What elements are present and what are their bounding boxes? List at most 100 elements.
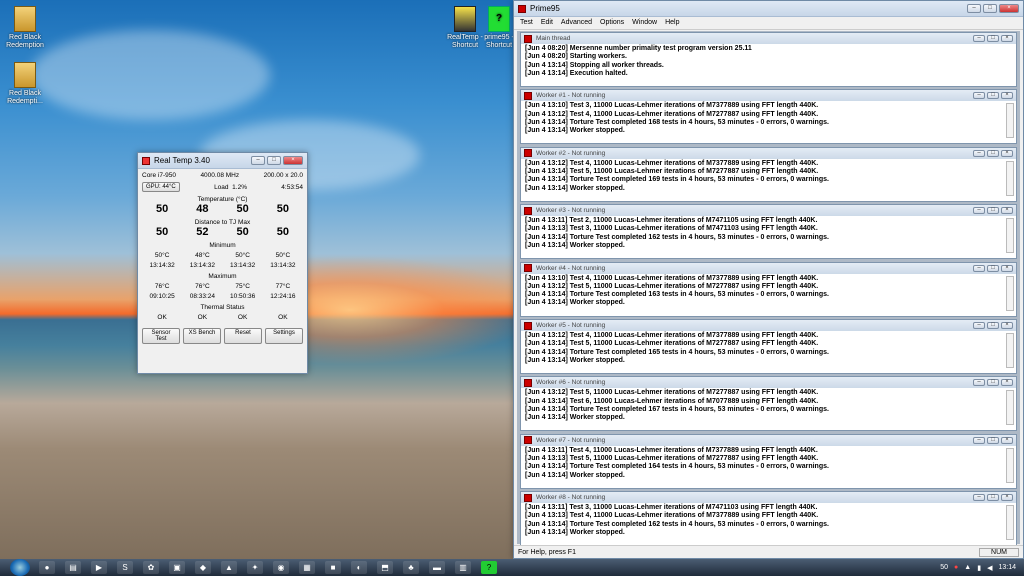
pane-titlebar[interactable]: Worker #5 - Not running – □ × <box>521 320 1016 331</box>
pane-scrollbar[interactable] <box>1006 505 1014 541</box>
sensor-test-button[interactable]: Sensor Test <box>142 328 180 344</box>
settings-button[interactable]: Settings <box>265 328 303 344</box>
desktop-icon-realtemp[interactable]: RealTemp - Shortcut <box>440 6 490 50</box>
close-button[interactable]: × <box>1001 35 1013 42</box>
menu-test[interactable]: Test <box>520 19 533 27</box>
maximize-button[interactable]: □ <box>987 494 999 502</box>
pane-scrollbar[interactable] <box>1006 218 1014 254</box>
app-icon[interactable]: ♣ <box>403 561 419 574</box>
minimize-button[interactable]: – <box>973 35 985 42</box>
close-button[interactable]: × <box>1001 322 1013 329</box>
media-player-icon[interactable]: ▶ <box>91 561 107 574</box>
maximize-button[interactable]: □ <box>987 436 999 444</box>
minimize-button[interactable]: – <box>967 4 981 13</box>
worker-pane[interactable]: Worker #1 - Not running – □ × [Jun 4 13:10] … <box>520 89 1017 145</box>
close-button[interactable]: × <box>1001 264 1013 272</box>
realtemp-taskbar-icon[interactable]: ▥ <box>455 561 471 574</box>
maximize-button[interactable]: □ <box>987 149 999 157</box>
pane-scrollbar[interactable] <box>1006 275 1014 311</box>
pane-scrollbar[interactable] <box>1006 447 1014 483</box>
menu-help[interactable]: Help <box>665 19 679 27</box>
app-icon[interactable]: ✦ <box>247 561 263 574</box>
clock[interactable]: 13:14 <box>998 564 1016 571</box>
worker-pane[interactable]: Worker #8 - Not running – □ × [Jun 4 13:11] … <box>520 491 1017 547</box>
desktop-icon-prime95[interactable]: ? prime95 - Shortcut <box>484 6 514 50</box>
gpu-temp-button[interactable]: GPU: 44°C <box>142 182 180 192</box>
app-icon[interactable]: ▬ <box>429 561 445 574</box>
minimize-button[interactable]: – <box>973 264 985 272</box>
maximize-button[interactable]: □ <box>987 207 999 215</box>
steam-icon[interactable]: ◉ <box>273 561 289 574</box>
close-button[interactable]: × <box>1001 149 1013 157</box>
prime95-titlebar[interactable]: Prime95 – □ × <box>514 1 1023 17</box>
pane-titlebar[interactable]: Worker #8 - Not running – □ × <box>521 492 1016 504</box>
pane-titlebar[interactable]: Worker #4 - Not running – □ × <box>521 262 1016 274</box>
worker-pane[interactable]: Worker #5 - Not running – □ × [Jun 4 13:12] … <box>520 319 1017 374</box>
pane-titlebar[interactable]: Worker #3 - Not running – □ × <box>521 205 1016 217</box>
pane-titlebar[interactable]: Worker #6 - Not running – □ × <box>521 377 1016 389</box>
tray-temperature[interactable]: 50 <box>940 564 948 571</box>
menu-advanced[interactable]: Advanced <box>561 19 592 27</box>
pane-titlebar[interactable]: Worker #7 - Not running – □ × <box>521 434 1016 446</box>
worker-pane[interactable]: Worker #6 - Not running – □ × [Jun 4 13:12] … <box>520 376 1017 432</box>
maximize-button[interactable]: □ <box>987 92 999 100</box>
vlc-icon[interactable]: ▲ <box>221 561 237 574</box>
pane-titlebar[interactable]: Main thread – □ × <box>521 33 1016 44</box>
worker-pane[interactable]: Worker #4 - Not running – □ × [Jun 4 13:10] … <box>520 261 1017 317</box>
volume-icon[interactable]: ◀ <box>987 564 992 572</box>
maximize-button[interactable]: □ <box>987 35 999 42</box>
app-icon[interactable]: ◐ <box>351 561 367 574</box>
prime95-taskbar-icon[interactable]: ? <box>481 561 497 574</box>
app-icon[interactable]: ◆ <box>195 561 211 574</box>
pane-titlebar[interactable]: Worker #1 - Not running – □ × <box>521 90 1016 102</box>
menu-options[interactable]: Options <box>600 19 624 27</box>
tray-icon[interactable]: ▲ <box>964 564 971 571</box>
xs-bench-button[interactable]: XS Bench <box>183 328 221 344</box>
pane-scrollbar[interactable] <box>1006 160 1014 196</box>
close-button[interactable]: × <box>1001 436 1013 444</box>
minimize-button[interactable]: – <box>973 436 985 444</box>
minimize-button[interactable]: – <box>973 92 985 100</box>
start-button[interactable] <box>10 559 30 576</box>
tray-icon[interactable]: ● <box>954 564 958 571</box>
network-icon[interactable]: ▮ <box>977 564 981 572</box>
close-button[interactable]: × <box>1001 207 1013 215</box>
reset-button[interactable]: Reset <box>224 328 262 344</box>
minimize-button[interactable]: – <box>973 207 985 215</box>
close-button[interactable]: × <box>999 4 1019 13</box>
maximize-button[interactable]: □ <box>987 264 999 272</box>
worker-pane[interactable]: Worker #2 - Not running – □ × [Jun 4 13:12] … <box>520 146 1017 202</box>
realtemp-titlebar[interactable]: Real Temp 3.40 – □ × <box>138 153 307 169</box>
worker-pane[interactable]: Worker #3 - Not running – □ × [Jun 4 13:11] … <box>520 204 1017 260</box>
close-button[interactable]: × <box>1001 494 1013 502</box>
menu-window[interactable]: Window <box>632 19 657 27</box>
minimize-button[interactable]: – <box>973 322 985 329</box>
maximize-button[interactable]: □ <box>267 156 281 165</box>
minimize-button[interactable]: – <box>973 379 985 387</box>
skype-icon[interactable]: S <box>117 561 133 574</box>
pane-titlebar[interactable]: Worker #2 - Not running – □ × <box>521 147 1016 159</box>
desktop-icon-red-black-redemption[interactable]: Red Black Redemption <box>0 6 50 50</box>
chrome-icon[interactable]: ● <box>39 561 55 574</box>
desktop-icon-red-black-redemption-2[interactable]: Red Black Redempti... <box>0 62 50 106</box>
app-icon[interactable]: ⬒ <box>377 561 393 574</box>
close-button[interactable]: × <box>1001 379 1013 387</box>
pane-scrollbar[interactable] <box>1006 103 1014 139</box>
app-icon[interactable]: ▦ <box>299 561 315 574</box>
pane-scrollbar[interactable] <box>1006 333 1014 368</box>
close-button[interactable]: × <box>283 156 303 165</box>
app-icon[interactable]: ■ <box>325 561 341 574</box>
maximize-button[interactable]: □ <box>983 4 997 13</box>
minimize-button[interactable]: – <box>251 156 265 165</box>
maximize-button[interactable]: □ <box>987 379 999 387</box>
realtemp-window[interactable]: Real Temp 3.40 – □ × Core i7-950 4000.08… <box>137 152 308 374</box>
explorer-icon[interactable]: ▤ <box>65 561 81 574</box>
app-icon[interactable]: ▣ <box>169 561 185 574</box>
app-icon[interactable]: ✿ <box>143 561 159 574</box>
prime95-window[interactable]: Prime95 – □ × Test Edit Advanced Options… <box>513 0 1024 559</box>
maximize-button[interactable]: □ <box>987 322 999 329</box>
main-thread-pane[interactable]: Main thread – □ × [Jun 4 08:20] Mersenne num… <box>520 32 1017 87</box>
menu-edit[interactable]: Edit <box>541 19 553 27</box>
close-button[interactable]: × <box>1001 92 1013 100</box>
minimize-button[interactable]: – <box>973 149 985 157</box>
